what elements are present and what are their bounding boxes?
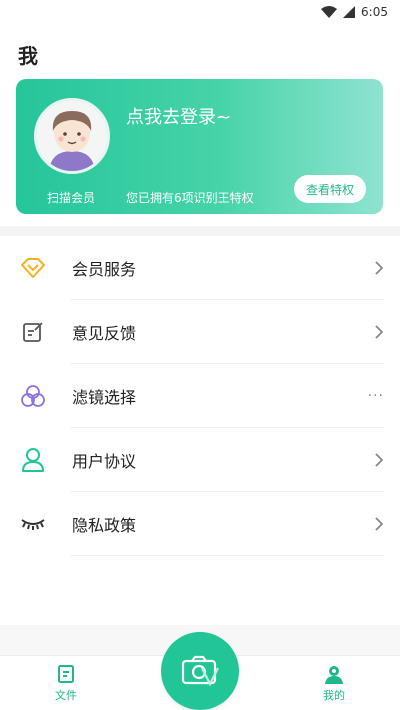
status-time: 6:05 [361,5,388,19]
menu-item-user-agreement[interactable]: 用户协议 [0,428,400,492]
more-dots-icon: ··· [367,388,384,404]
avatar-illustration [49,111,95,171]
status-bar: 6:05 [0,0,400,24]
filter-circles-icon [20,383,46,409]
settings-menu: 会员服务 意见反馈 滤镜选择 ··· 用户协议 隐私政策 [0,236,400,556]
avatar[interactable] [34,98,110,174]
menu-item-label: 用户协议 [72,452,137,471]
camera-button[interactable] [161,632,239,710]
tab-files[interactable]: 文件 [36,664,96,703]
menu-item-member-service[interactable]: 会员服务 [0,236,400,300]
login-prompt[interactable]: 点我去登录~ [126,103,231,129]
view-privileges-button[interactable]: 查看特权 [294,175,366,203]
menu-item-feedback[interactable]: 意见反馈 [0,300,400,364]
closed-eye-icon [20,511,46,537]
menu-item-label: 隐私政策 [72,516,137,535]
camera-icon [181,655,219,687]
chevron-right-icon [375,517,384,531]
menu-item-label: 意见反馈 [72,324,137,343]
wifi-icon [321,6,338,18]
tab-label: 我的 [323,689,345,702]
diamond-icon [20,255,46,281]
section-divider [0,226,400,236]
tab-label: 文件 [55,689,77,702]
signal-icon [343,6,356,18]
chevron-right-icon [375,325,384,339]
file-icon [58,665,74,683]
menu-item-filter[interactable]: 滤镜选择 ··· [0,364,400,428]
scan-member-label: 扫描会员 [47,191,96,205]
user-icon [20,447,46,473]
edit-note-icon [20,319,46,345]
menu-item-label: 滤镜选择 [72,388,137,407]
page-title: 我 [18,44,38,68]
profile-icon [325,666,343,684]
privilege-text: 您已拥有6项识别王特权 [126,191,254,205]
chevron-right-icon [375,453,384,467]
menu-item-privacy-policy[interactable]: 隐私政策 [0,492,400,556]
tab-mine[interactable]: 我的 [304,664,364,703]
menu-item-label: 会员服务 [72,260,137,279]
member-card[interactable]: 点我去登录~ 扫描会员 您已拥有6项识别王特权 查看特权 [16,79,383,214]
chevron-right-icon [375,261,384,275]
